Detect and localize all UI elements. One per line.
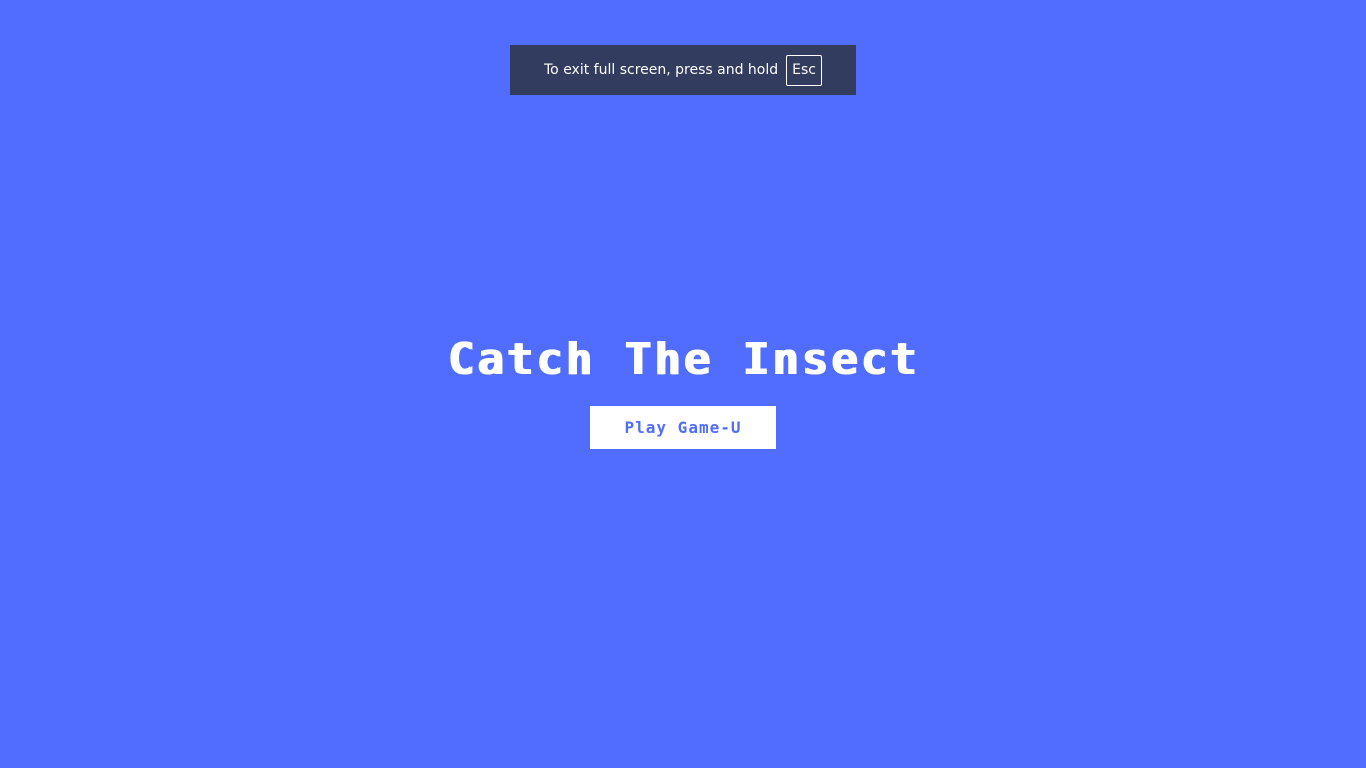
fullscreen-notice-message: To exit full screen, press and hold <box>544 62 779 78</box>
esc-key-badge: Esc <box>786 54 822 86</box>
fullscreen-exit-notice: To exit full screen, press and hold Esc <box>510 45 856 95</box>
game-screen: { "fullscreen_notice": { "message": "To … <box>0 0 1366 768</box>
game-title: Catch The Insect <box>447 334 919 385</box>
play-game-button[interactable]: Play Game-U <box>590 406 776 449</box>
